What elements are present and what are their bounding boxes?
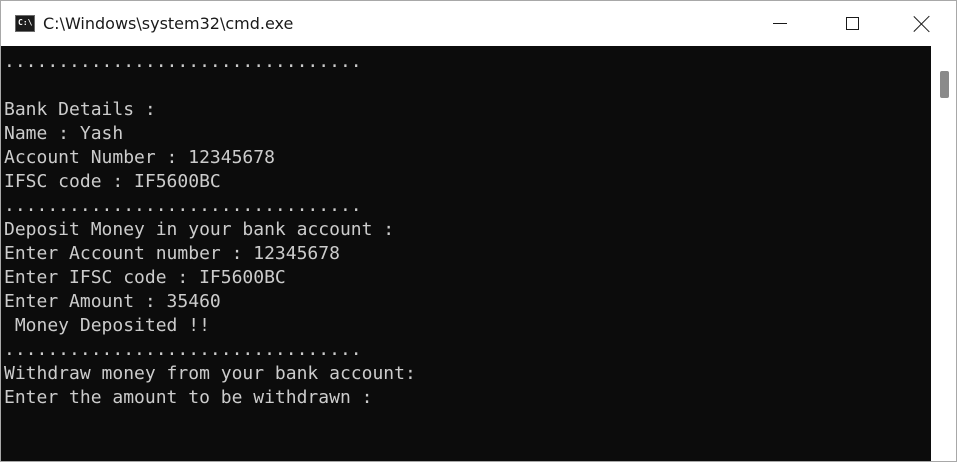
console-line: ................................. (4, 195, 362, 216)
console-line: Enter Account number : 12345678 (4, 243, 340, 264)
console-lines: ................................. Bank D… (4, 50, 416, 410)
console-line: Account Number : 12345678 (4, 147, 275, 168)
console-line: IFSC code : IF5600BC (4, 171, 221, 192)
maximize-icon (845, 17, 859, 30)
console-line: ................................. (4, 51, 362, 72)
window-title: C:\Windows\system32\cmd.exe (43, 14, 294, 33)
console-line: Deposit Money in your bank account : (4, 219, 395, 240)
console-line: Money Deposited !! (4, 315, 210, 336)
console-line: Enter Amount : 35460 (4, 291, 221, 312)
vertical-scrollbar[interactable] (931, 46, 956, 461)
minimize-icon (773, 23, 787, 24)
app-icon-label: C:\ (18, 18, 33, 27)
console-line: Withdraw money from your bank account: (4, 363, 416, 384)
console-line: Name : Yash (4, 123, 124, 144)
console-line: Enter the amount to be withdrawn : (4, 387, 373, 408)
close-icon (913, 15, 931, 33)
minimize-button[interactable] (757, 1, 803, 46)
command-prompt-icon[interactable]: C:\ (15, 15, 35, 32)
console-line: Bank Details : (4, 99, 156, 120)
title-bar[interactable]: C:\ C:\Windows\system32\cmd.exe (1, 1, 956, 46)
console-output[interactable]: ................................. Bank D… (1, 46, 931, 461)
scrollbar-thumb[interactable] (940, 71, 949, 98)
console-line: ................................. (4, 339, 362, 360)
console-line: Enter IFSC code : IF5600BC (4, 267, 286, 288)
maximize-button[interactable] (829, 1, 875, 46)
close-button[interactable] (899, 1, 945, 46)
cmd-window: C:\ C:\Windows\system32\cmd.exe ........… (0, 0, 957, 462)
